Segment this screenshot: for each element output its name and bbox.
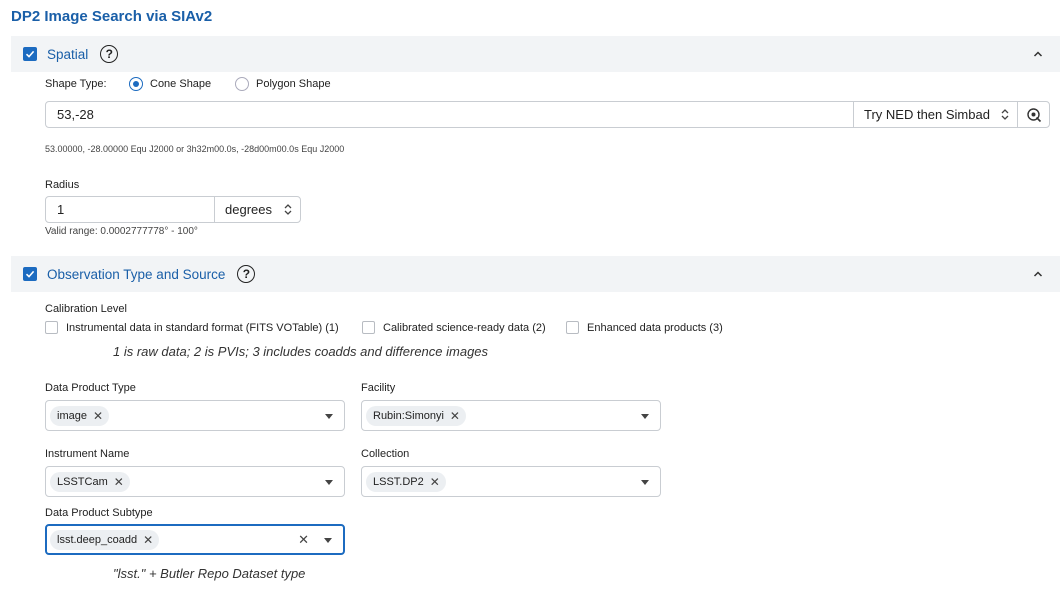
calibration-option-2[interactable]: Calibrated science-ready data (2) [362, 321, 546, 334]
observation-enable-checkbox[interactable] [23, 267, 37, 281]
remove-chip-icon[interactable]: ✕ [450, 409, 460, 423]
chip-label: Rubin:Simonyi [373, 410, 444, 422]
collection-label: Collection [361, 448, 410, 460]
facility-select[interactable]: Rubin:Simonyi ✕ [361, 400, 661, 431]
calibration-option-3[interactable]: Enhanced data products (3) [566, 321, 723, 334]
data-product-type-label: Data Product Type [45, 382, 136, 394]
check-icon [25, 50, 35, 58]
dropdown-caret-icon [325, 414, 333, 419]
facility-label: Facility [361, 382, 396, 394]
help-icon[interactable]: ? [237, 265, 256, 283]
observation-section-title: Observation Type and Source [47, 266, 226, 282]
checkbox-icon [566, 321, 579, 334]
selected-chip: LSST.DP2 ✕ [366, 472, 446, 492]
polygon-shape-label: Polygon Shape [256, 78, 331, 90]
chip-label: lsst.deep_coadd [57, 534, 138, 546]
selected-chip: image ✕ [50, 406, 110, 426]
instrument-name-select[interactable]: LSSTCam ✕ [45, 466, 345, 497]
selected-chip: LSSTCam ✕ [50, 472, 130, 492]
radio-selected-icon [129, 77, 143, 91]
coordinate-info: 53.00000, -28.00000 Equ J2000 or 3h32m00… [45, 144, 345, 154]
shape-type-label: Shape Type: [45, 78, 107, 90]
dropdown-caret-icon [641, 480, 649, 485]
spatial-section-title: Spatial [47, 46, 89, 62]
spatial-section-header[interactable]: Spatial ? [11, 36, 1060, 72]
calibration-option-1[interactable]: Instrumental data in standard format (FI… [45, 321, 339, 334]
cone-shape-radio[interactable]: Cone Shape [129, 77, 211, 91]
spatial-enable-checkbox[interactable] [23, 47, 37, 61]
cone-shape-label: Cone Shape [150, 78, 212, 90]
polygon-shape-radio[interactable]: Polygon Shape [235, 77, 331, 91]
dropdown-caret-icon [324, 538, 332, 543]
chip-label: LSST.DP2 [373, 476, 424, 488]
checkbox-icon [362, 321, 375, 334]
remove-chip-icon[interactable]: ✕ [114, 475, 124, 489]
radius-unit-value: degrees [225, 202, 272, 217]
data-product-subtype-label: Data Product Subtype [45, 507, 153, 519]
position-value: 53,-28 [57, 107, 94, 122]
selected-chip: lsst.deep_coadd ✕ [50, 530, 160, 550]
radius-input[interactable]: 1 degrees [45, 196, 301, 223]
calibration-option-label: Instrumental data in standard format (FI… [66, 321, 339, 334]
observation-section-header[interactable]: Observation Type and Source ? [11, 256, 1060, 292]
calibration-option-label: Calibrated science-ready data (2) [383, 321, 546, 334]
resolver-value: Try NED then Simbad [864, 107, 990, 122]
target-resolve-button[interactable] [1017, 102, 1049, 127]
clear-all-icon[interactable]: ✕ [298, 532, 309, 548]
radius-unit-select[interactable]: degrees [214, 197, 300, 222]
help-icon[interactable]: ? [100, 45, 119, 63]
instrument-name-label: Instrument Name [45, 448, 130, 460]
subtype-hint: "lsst." + Butler Repo Dataset type [113, 566, 306, 581]
chip-label: image [57, 410, 87, 422]
chip-label: LSSTCam [57, 476, 108, 488]
page-title: DP2 Image Search via SIAv2 [11, 8, 213, 25]
updown-icon [1001, 109, 1009, 120]
collection-select[interactable]: LSST.DP2 ✕ [361, 466, 661, 497]
check-icon [25, 270, 35, 278]
updown-icon [284, 204, 292, 215]
dropdown-caret-icon [641, 414, 649, 419]
radius-value: 1 [57, 202, 65, 217]
dropdown-caret-icon [325, 480, 333, 485]
radius-label: Radius [45, 179, 80, 191]
remove-chip-icon[interactable]: ✕ [430, 475, 440, 489]
data-product-subtype-select[interactable]: lsst.deep_coadd ✕ ✕ [45, 524, 345, 555]
chevron-up-icon[interactable] [1032, 268, 1044, 280]
checkbox-icon [45, 321, 58, 334]
position-input[interactable]: 53,-28 Try NED then Simbad [45, 101, 1050, 128]
calibration-hint: 1 is raw data; 2 is PVIs; 3 includes coa… [113, 344, 489, 359]
radius-range-info: Valid range: 0.0002777778° - 100° [45, 226, 198, 237]
target-search-icon [1026, 107, 1041, 122]
data-product-type-select[interactable]: image ✕ [45, 400, 345, 431]
remove-chip-icon[interactable]: ✕ [93, 409, 103, 423]
resolver-select[interactable]: Try NED then Simbad [853, 102, 1017, 127]
calibration-level-label: Calibration Level [45, 303, 127, 315]
radio-unselected-icon [235, 77, 249, 91]
chevron-up-icon[interactable] [1032, 48, 1044, 60]
remove-chip-icon[interactable]: ✕ [143, 533, 153, 547]
selected-chip: Rubin:Simonyi ✕ [366, 406, 466, 426]
calibration-option-label: Enhanced data products (3) [587, 321, 723, 334]
